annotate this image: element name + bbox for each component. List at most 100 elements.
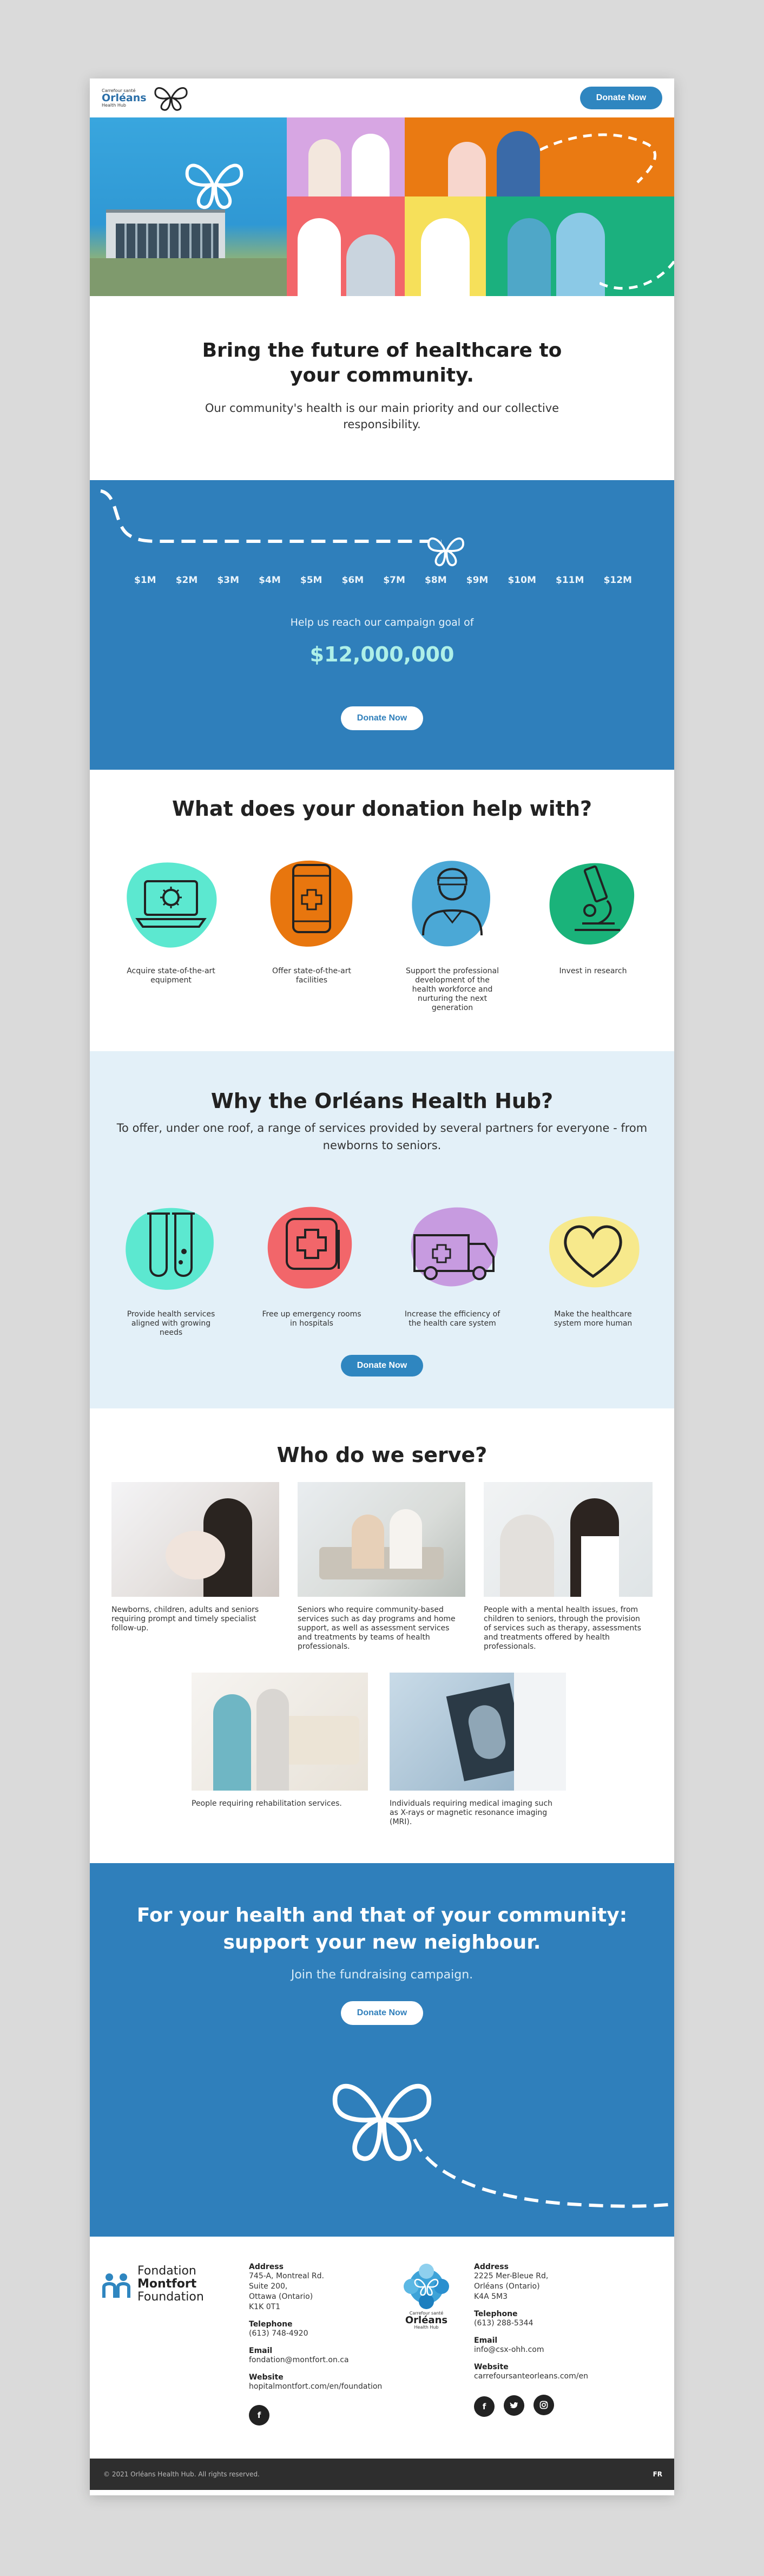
why-item-label: Free up emergency rooms in hospitals: [262, 1310, 361, 1328]
scale-tick: $11M: [556, 575, 584, 586]
hub-logo-flower-icon: [404, 2264, 449, 2309]
logo-main-text: Orléans: [102, 91, 147, 104]
email-link[interactable]: fondation@montfort.on.ca: [249, 2355, 400, 2365]
website-link[interactable]: carrefoursanteorleans.com/en: [474, 2371, 647, 2382]
foundation-contact: Address 745-A, Montreal Rd. Suite 200, O…: [249, 2263, 400, 2426]
help-item: Offer state-of-the-art facilities: [249, 854, 374, 1013]
address-line: Ottawa (Ontario): [249, 2292, 313, 2301]
staff-team-photo: [486, 196, 674, 296]
campaign-scale: $1M $2M $3M $4M $5M $6M $7M $8M $9M $10M…: [134, 575, 632, 586]
email-link[interactable]: info@csx-ohh.com: [474, 2345, 647, 2355]
help-item: Support the professional development of …: [390, 854, 515, 1013]
cta-dashed-path: [413, 2138, 674, 2208]
hub-footer-logo[interactable]: Carrefour santé Orléans Health Hub: [399, 2264, 453, 2330]
email-label: Email: [474, 2336, 498, 2345]
mother-baby-photo: [111, 1482, 279, 1597]
header-donate-button[interactable]: Donate Now: [580, 87, 662, 109]
foundation-logo-line: Foundation: [137, 2290, 204, 2304]
website-label: Website: [474, 2363, 509, 2371]
phone-value[interactable]: (613) 288-5344: [474, 2318, 647, 2329]
hospital-sign-icon: [267, 1207, 352, 1289]
scale-tick: $10M: [508, 575, 536, 586]
why-item-label: Increase the efficiency of the health ca…: [404, 1310, 500, 1328]
address-line: Orléans (Ontario): [474, 2282, 540, 2291]
donation-help-title: What does your donation help with?: [172, 797, 592, 821]
serve-group-label: Seniors who require community-based serv…: [298, 1605, 456, 1651]
email-label: Email: [249, 2346, 273, 2355]
family-doctor-photo: [287, 117, 405, 196]
address-line: K1K 0T1: [249, 2303, 281, 2311]
site-footer: Fondation Montfort Foundation Address 74…: [90, 2237, 674, 2490]
rehabilitation-photo: [192, 1673, 368, 1791]
address-line: 2225 Mer-Bleue Rd,: [474, 2272, 549, 2280]
cta-title: For your health and that of your communi…: [136, 1904, 628, 1954]
support-cta-section: For your health and that of your communi…: [90, 1863, 674, 2237]
goal-text: Help us reach our campaign goal of: [290, 617, 474, 628]
cta-donate-button[interactable]: Donate Now: [341, 2001, 423, 2025]
mental-health-photo: [484, 1482, 653, 1597]
serve-group-label: People requiring rehabilitation services…: [192, 1799, 342, 1808]
medical-imaging-photo: [390, 1673, 566, 1791]
scale-tick: $4M: [259, 575, 281, 586]
address-label: Address: [249, 2263, 284, 2271]
scale-tick: $2M: [175, 575, 198, 586]
serve-group-label: Individuals requiring medical imaging su…: [390, 1799, 552, 1826]
hub-logo-sub-text: Health Hub: [414, 2325, 439, 2330]
scale-tick: $5M: [300, 575, 322, 586]
why-item: Increase the efficiency of the health ca…: [390, 1197, 515, 1338]
why-donate-button[interactable]: Donate Now: [341, 1355, 423, 1377]
why-item-label: Provide health services aligned with gro…: [127, 1310, 215, 1337]
instagram-icon[interactable]: [534, 2395, 555, 2415]
microscope-icon: [549, 863, 635, 945]
scale-tick: $9M: [466, 575, 489, 586]
copyright-text: © 2021 Orléans Health Hub. All rights re…: [103, 2470, 260, 2478]
laptop-virus-icon: [127, 862, 217, 948]
campaign-donate-button[interactable]: Donate Now: [341, 706, 423, 730]
foundation-logo-line: Fondation: [137, 2264, 196, 2278]
phone-value[interactable]: (613) 748-4920: [249, 2329, 400, 2339]
phone-label: Telephone: [474, 2310, 518, 2318]
why-item: Provide health services aligned with gro…: [109, 1197, 233, 1338]
butterfly-icon: [154, 87, 188, 111]
why-hub-lead: To offer, under one roof, a range of ser…: [116, 1122, 648, 1152]
twitter-icon[interactable]: [504, 2395, 525, 2416]
orleans-health-hub-logo[interactable]: Carrefour santé Orléans Health Hub: [102, 84, 191, 112]
doctor-icon: [412, 861, 490, 947]
campaign-goal-section: $1M $2M $3M $4M $5M $6M $7M $8M $9M $10M…: [90, 480, 674, 770]
who-we-serve-section: Who do we serve? Newborns, children, adu…: [90, 1408, 674, 1863]
address-line: Suite 200,: [249, 2282, 288, 2291]
senior-care-photo: [287, 196, 405, 296]
scale-tick: $1M: [134, 575, 156, 586]
scale-tick: $12M: [603, 575, 632, 586]
facebook-icon[interactable]: f: [474, 2396, 495, 2417]
building-photo: [90, 117, 287, 296]
montfort-foundation-logo[interactable]: Fondation Montfort Foundation: [102, 2265, 204, 2304]
why-hub-section: Why the Orléans Health Hub? To offer, un…: [90, 1051, 674, 1408]
why-item: Make the healthcare system more human: [531, 1197, 655, 1338]
copyright-bar: © 2021 Orléans Health Hub. All rights re…: [90, 2459, 674, 2490]
progress-dashed-path: [100, 489, 442, 543]
tablet-medical-icon: [270, 860, 353, 947]
cta-subtitle: Join the fundraising campaign.: [291, 1968, 473, 1982]
heart-icon: [549, 1216, 640, 1288]
hub-logo-main-text: Orléans: [405, 2315, 448, 2326]
phone-label: Telephone: [249, 2320, 293, 2329]
language-switch[interactable]: FR: [653, 2470, 662, 2478]
scale-tick: $8M: [425, 575, 447, 586]
seniors-home-photo: [298, 1482, 465, 1597]
serve-group-label: Newborns, children, adults and seniors r…: [111, 1605, 259, 1633]
website-label: Website: [249, 2373, 284, 2382]
website-link[interactable]: hopitalmontfort.com/en/foundation: [249, 2382, 400, 2392]
site-header: Carrefour santé Orléans Health Hub Donat…: [90, 78, 674, 117]
facebook-icon[interactable]: f: [249, 2405, 269, 2426]
scale-tick: $6M: [341, 575, 364, 586]
help-item-label: Offer state-of-the-art facilities: [272, 967, 351, 985]
scale-tick: $7M: [383, 575, 405, 586]
hub-contact: Address 2225 Mer-Bleue Rd, Orléans (Onta…: [474, 2263, 647, 2417]
why-item-label: Make the healthcare system more human: [554, 1310, 633, 1328]
who-we-serve-title: Who do we serve?: [276, 1443, 488, 1467]
help-item: Invest in research: [531, 854, 655, 1013]
intro-title: Bring the future of healthcare to your c…: [202, 339, 562, 386]
nurse-baby-photo: [405, 196, 486, 296]
serve-group-label: People with a mental health issues, from…: [484, 1605, 642, 1651]
